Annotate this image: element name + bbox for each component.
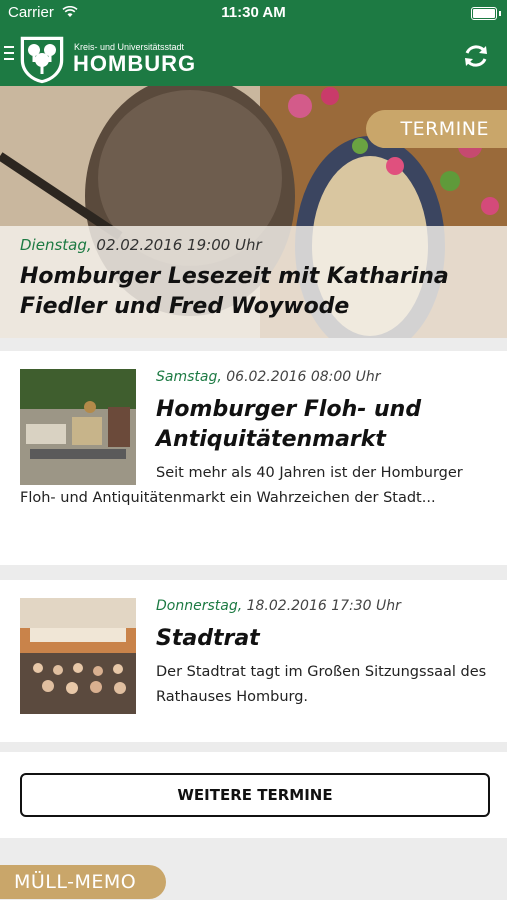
clock: 11:30 AM: [221, 4, 286, 21]
event-title: Stadtrat: [156, 626, 260, 651]
event-thumbnail: [20, 598, 136, 714]
event-weekday: Samstag,: [156, 369, 222, 385]
featured-event-weekday: Dienstag,: [20, 236, 92, 254]
refresh-icon[interactable]: [461, 41, 491, 71]
featured-event-datetime: 02.02.2016 19:00 Uhr: [91, 236, 262, 254]
event-card[interactable]: Donnerstag, 18.02.2016 17:30 Uhr Stadtra…: [0, 580, 507, 742]
event-datetime: 06.02.2016 08:00 Uhr: [221, 369, 381, 385]
battery-icon: [471, 7, 501, 20]
featured-event-title: Homburger Lesezeit mit Katharina Fiedler…: [20, 264, 449, 319]
app-header: Kreis- und Universitätsstadt HOMBURG: [0, 26, 507, 86]
featured-event[interactable]: Dienstag, 02.02.2016 19:00 Uhr Homburger…: [0, 86, 507, 338]
featured-event-date: Dienstag, 02.02.2016 19:00 Uhr: [20, 236, 262, 254]
termine-badge[interactable]: TERMINE: [366, 110, 507, 148]
event-card[interactable]: Samstag, 06.02.2016 08:00 Uhr Homburger …: [0, 351, 507, 565]
homburg-crest-logo: [19, 35, 65, 85]
event-date: Donnerstag, 18.02.2016 17:30 Uhr: [156, 598, 401, 614]
event-date: Samstag, 06.02.2016 08:00 Uhr: [156, 369, 381, 385]
hamburger-menu-icon[interactable]: [4, 46, 14, 64]
event-weekday: Donnerstag,: [156, 598, 243, 614]
status-bar: Carrier 11:30 AM: [0, 0, 507, 26]
header-title: HOMBURG: [73, 51, 197, 76]
more-events-button[interactable]: WEITERE TERMINE: [20, 773, 490, 817]
event-description: Seit mehr als 40 Jahren ist der Homburge…: [20, 465, 463, 506]
muell-memo-badge[interactable]: MÜLL-MEMO: [0, 865, 167, 899]
event-description: Der Stadtrat tagt im Großen Sitzungssaal…: [156, 664, 487, 705]
event-datetime: 18.02.2016 17:30 Uhr: [242, 598, 401, 614]
event-title: Homburger Floh- und Antiquitätenmarkt: [156, 397, 422, 452]
